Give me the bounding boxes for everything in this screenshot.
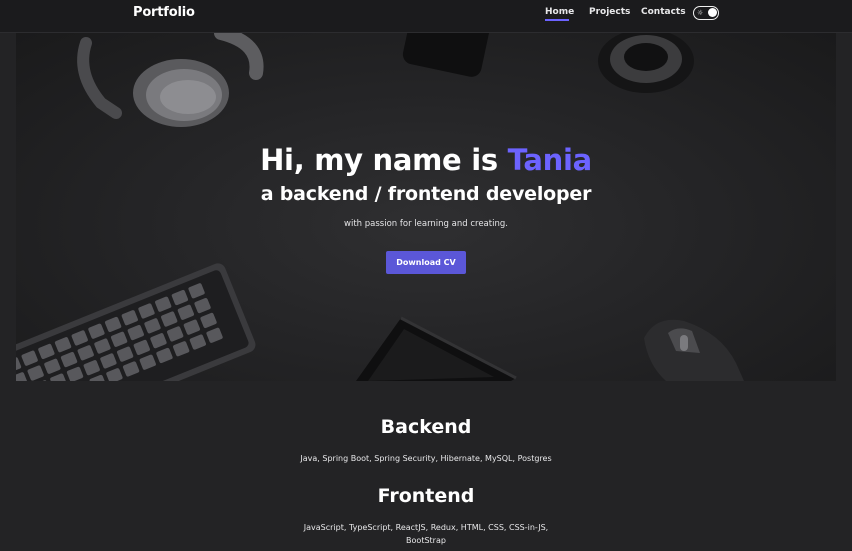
hero-title: Hi, my name is Tania (16, 143, 836, 177)
tablet-image (356, 316, 517, 381)
hero-title-prefix: Hi, my name is (260, 143, 508, 177)
coffee-cup-image (598, 33, 694, 93)
backend-section-title: Backend (380, 416, 472, 438)
keyboard-image (16, 263, 256, 381)
frontend-skills-text: JavaScript, TypeScript, ReactJS, Redux, … (303, 523, 549, 545)
download-cv-button[interactable]: Download CV (386, 251, 466, 274)
nav-contacts-link[interactable]: Contacts (641, 7, 686, 17)
nav-active-indicator (545, 19, 569, 21)
mouse-image (644, 319, 744, 381)
headphones-image (77, 33, 264, 127)
hero-tagline: with passion for learning and creating. (344, 219, 508, 229)
nav-home-link[interactable]: Home (545, 7, 574, 17)
phone-image (402, 33, 490, 77)
hero-section: Hi, my name is Tania a backend / fronten… (16, 33, 836, 381)
theme-toggle[interactable]: ☼ (693, 6, 719, 20)
hero-desk-background (16, 33, 744, 381)
nav-projects-link[interactable]: Projects (589, 7, 630, 17)
frontend-section-title: Frontend (377, 485, 475, 507)
site-logo[interactable]: Portfolio (133, 5, 195, 20)
sun-icon: ☼ (697, 9, 704, 17)
toggle-knob (708, 8, 717, 17)
hero-title-name: Tania (507, 143, 593, 177)
site-header: Portfolio Home Projects Contacts ☼ (0, 0, 852, 33)
backend-skills-text: Java, Spring Boot, Spring Security, Hibe… (300, 454, 552, 463)
hero-subtitle: a backend / frontend developer (260, 183, 592, 205)
